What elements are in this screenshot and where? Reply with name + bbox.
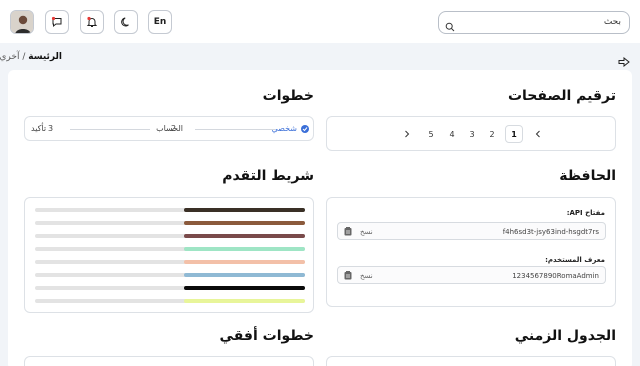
step-2-number: 2 bbox=[171, 124, 177, 133]
steps-title: خطوات bbox=[262, 88, 314, 104]
notifications-button[interactable] bbox=[80, 10, 104, 34]
clipboard-title: الحافظة bbox=[559, 168, 616, 184]
progress-bar-fill bbox=[183, 286, 305, 290]
progress-bar bbox=[35, 208, 305, 212]
search-input[interactable]: بحث bbox=[438, 11, 630, 34]
progress-bar-fill bbox=[183, 221, 305, 225]
chat-icon bbox=[51, 16, 62, 28]
progress-title: شريط التقدم bbox=[222, 168, 314, 184]
language-button[interactable]: En bbox=[148, 10, 172, 34]
clipboard-icon[interactable] bbox=[344, 227, 352, 236]
pagination-next-button[interactable] bbox=[529, 125, 547, 143]
chevron-left-icon bbox=[535, 130, 540, 138]
copy-button[interactable]: نسخ bbox=[360, 228, 373, 236]
search-icon bbox=[445, 17, 455, 36]
progress-bar bbox=[35, 273, 305, 277]
theme-toggle-button[interactable] bbox=[114, 10, 138, 34]
copy-button[interactable]: نسخ bbox=[360, 272, 373, 280]
top-bar: En بحث bbox=[0, 0, 640, 43]
pagination-page-4[interactable]: 4 bbox=[443, 125, 461, 143]
progress-bar-fill bbox=[183, 273, 305, 277]
search-text: بحث bbox=[603, 17, 621, 27]
bell-icon bbox=[86, 16, 98, 27]
main-panel: ترقيم الصفحات 1 2 3 4 5 خطوات شخصي الحسا… bbox=[8, 70, 632, 366]
api-key-value: f4h6sd3t-jsy63ind-hsgdt7rs bbox=[502, 228, 599, 236]
pagination-card: 1 2 3 4 5 bbox=[326, 116, 616, 151]
progress-bar-fill bbox=[183, 234, 305, 238]
breadcrumb: الرئيسة / آخري bbox=[0, 52, 62, 62]
pagination-page-2[interactable]: 2 bbox=[483, 125, 501, 143]
progress-bar-fill bbox=[183, 247, 305, 251]
user-id-value: 1234567890RomaAdmin bbox=[512, 272, 599, 280]
messages-button[interactable] bbox=[45, 10, 69, 34]
breadcrumb-current: آخري bbox=[0, 52, 20, 62]
breadcrumb-bar: الرئيسة / آخري bbox=[0, 43, 640, 69]
arrow-right-icon[interactable] bbox=[618, 52, 630, 71]
clipboard-icon[interactable] bbox=[344, 271, 352, 280]
pagination-page-3[interactable]: 3 bbox=[463, 125, 481, 143]
step-divider bbox=[70, 129, 150, 130]
step-1-label[interactable]: شخصي bbox=[272, 124, 297, 133]
progress-bar-fill bbox=[183, 208, 305, 212]
progress-bar bbox=[35, 286, 305, 290]
pagination-page-5[interactable]: 5 bbox=[422, 125, 440, 143]
breadcrumb-separator: / bbox=[22, 52, 26, 62]
progress-bar bbox=[35, 234, 305, 238]
horizontal-steps-title: خطوات أفقي bbox=[219, 328, 314, 344]
clipboard-card: مفتاح API: f4h6sd3t-jsy63ind-hsgdt7rs نس… bbox=[326, 197, 616, 307]
progress-card bbox=[24, 197, 314, 313]
user-id-field[interactable]: 1234567890RomaAdmin نسخ bbox=[337, 266, 606, 284]
progress-bar bbox=[35, 247, 305, 251]
steps-card: شخصي الحساب 2 تأكيد 3 bbox=[24, 116, 314, 141]
breadcrumb-home[interactable]: الرئيسة bbox=[28, 52, 62, 62]
moon-icon bbox=[121, 17, 129, 27]
pagination-prev-button[interactable] bbox=[398, 125, 416, 143]
progress-bar bbox=[35, 299, 305, 303]
step-3-number: 3 bbox=[48, 124, 54, 133]
api-key-field[interactable]: f4h6sd3t-jsy63ind-hsgdt7rs نسخ bbox=[337, 222, 606, 240]
step-2-label[interactable]: الحساب bbox=[156, 124, 183, 133]
horizontal-steps-card bbox=[24, 356, 314, 366]
chevron-right-icon bbox=[405, 130, 410, 138]
progress-bar-fill bbox=[183, 260, 305, 264]
user-id-label: معرف المستخدم: bbox=[545, 256, 605, 264]
step-divider bbox=[195, 129, 275, 130]
timeline-title: الجدول الزمني bbox=[514, 328, 616, 344]
avatar[interactable] bbox=[10, 10, 34, 34]
pagination-title: ترقيم الصفحات bbox=[507, 88, 616, 104]
progress-bar bbox=[35, 260, 305, 264]
pagination-page-1[interactable]: 1 bbox=[505, 125, 523, 143]
progress-bar bbox=[35, 221, 305, 225]
api-key-label: مفتاح API: bbox=[566, 209, 605, 217]
progress-bar-fill bbox=[183, 299, 305, 303]
check-icon bbox=[301, 125, 309, 133]
step-3-label[interactable]: تأكيد bbox=[31, 124, 46, 133]
timeline-card bbox=[326, 356, 616, 366]
